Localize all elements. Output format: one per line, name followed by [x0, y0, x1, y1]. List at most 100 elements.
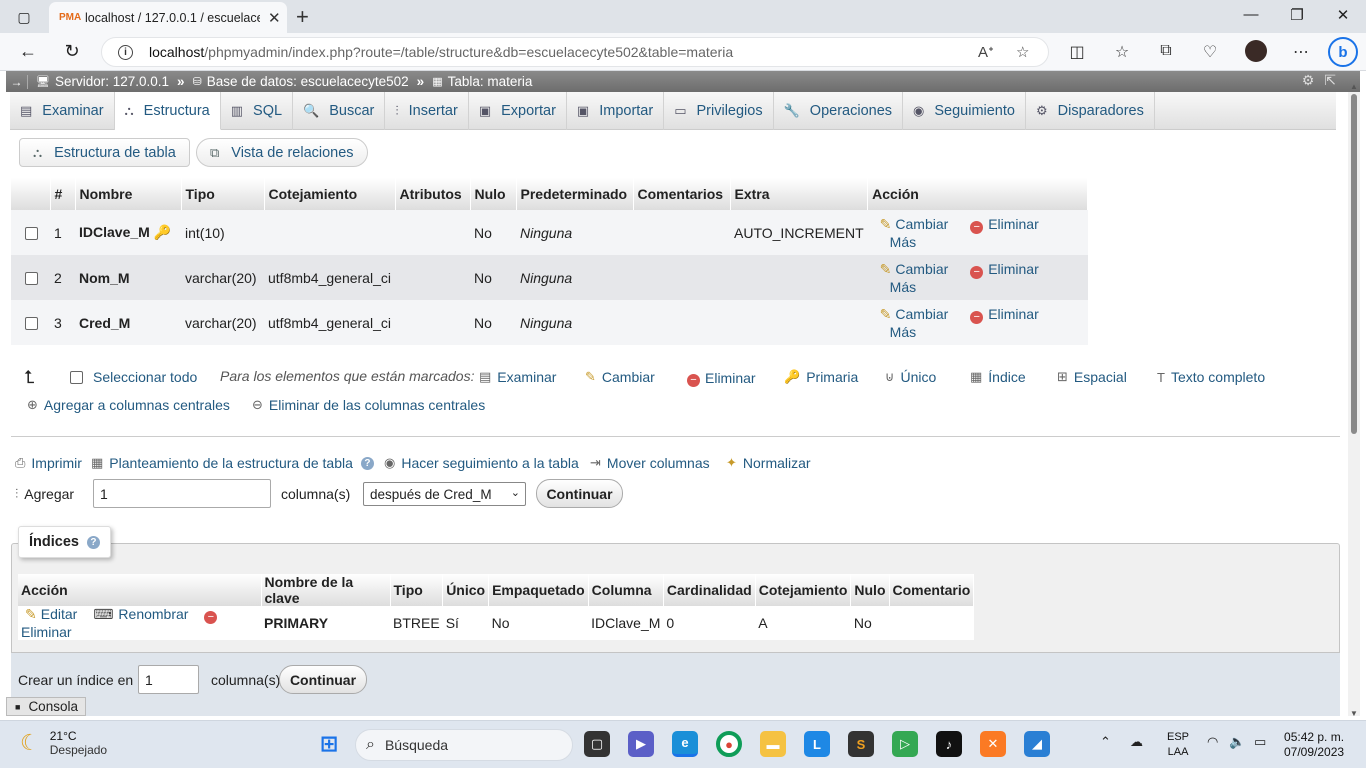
back-icon[interactable]: ←: [16, 41, 40, 62]
settings-more-icon[interactable]: ⋯: [1290, 42, 1312, 62]
add-columns-continue-button[interactable]: Continuar: [536, 479, 623, 508]
change-link[interactable]: ✎ Cambiar: [880, 306, 949, 322]
create-index-count-input[interactable]: 1: [138, 665, 199, 694]
bulk-index-button[interactable]: ▦ Índice: [970, 369, 1026, 385]
volume-icon[interactable]: 🔈: [1229, 734, 1245, 750]
column-name[interactable]: IDClave_M: [79, 224, 150, 240]
select-all-checkbox[interactable]: [70, 370, 83, 384]
breadcrumb-table[interactable]: ▦ Tabla: materia: [432, 74, 532, 89]
scroll-down-icon[interactable]: ▼: [1350, 709, 1358, 718]
tab-sql[interactable]: ▥ SQL: [221, 92, 294, 130]
drop-link[interactable]: − Eliminar: [970, 261, 1039, 279]
bulk-fulltext-button[interactable]: T Texto completo: [1157, 369, 1265, 385]
edge-icon[interactable]: e: [672, 731, 698, 757]
normalize-link[interactable]: ✦ Normalizar: [726, 455, 811, 471]
console-toggle[interactable]: ■ Consola: [6, 697, 86, 716]
scroll-up-icon[interactable]: ▲: [1350, 82, 1358, 91]
help-icon[interactable]: ?: [86, 535, 100, 549]
tab-exportar[interactable]: ▣ Exportar: [469, 92, 567, 130]
tab-operaciones[interactable]: 🔧 Operaciones: [774, 92, 904, 130]
tiktok-icon[interactable]: ♪: [936, 731, 962, 757]
favorite-star-icon[interactable]: ☆: [1016, 43, 1029, 61]
breadcrumb-database[interactable]: ⛁ Base de datos: escuelacecyte502: [193, 74, 409, 89]
edit-index-link[interactable]: ✎ Editar: [25, 606, 77, 622]
collections-icon[interactable]: ⧉: [1155, 42, 1177, 60]
drop-link[interactable]: − Eliminar: [970, 216, 1039, 234]
close-tab-icon[interactable]: ✕: [268, 9, 281, 27]
restore-icon[interactable]: ❐: [1287, 6, 1307, 24]
more-link[interactable]: Más: [890, 234, 916, 250]
select-all[interactable]: Seleccionar todo: [70, 369, 197, 385]
minimize-icon[interactable]: —: [1241, 6, 1261, 23]
page-scrollbar[interactable]: ▲ ▼: [1348, 82, 1360, 718]
copilot-icon[interactable]: b: [1328, 37, 1358, 67]
pma-settings-icons[interactable]: ⚙⇱: [1302, 72, 1346, 89]
show-hidden-icons[interactable]: ⌃: [1100, 734, 1111, 750]
print-link[interactable]: ⎙ Imprimir: [15, 455, 82, 471]
tab-actions-icon[interactable]: ▢: [10, 7, 38, 27]
refresh-icon[interactable]: ↻: [60, 41, 84, 62]
bulk-spatial-button[interactable]: ⊞ Espacial: [1057, 369, 1127, 385]
battery-icon[interactable]: ▭: [1254, 734, 1266, 750]
weather-widget[interactable]: ☾ 21°C Despejado: [20, 729, 107, 757]
relation-view-button[interactable]: ⧉ Vista de relaciones: [196, 138, 368, 167]
tab-insertar[interactable]: ⫶ Insertar: [385, 92, 469, 130]
change-link[interactable]: ✎ Cambiar: [880, 216, 949, 232]
more-link[interactable]: Más: [890, 279, 916, 295]
paint-icon[interactable]: ◢: [1024, 731, 1050, 757]
site-info-icon[interactable]: i: [118, 44, 133, 60]
tab-importar[interactable]: ▣ Importar: [567, 92, 665, 130]
remove-central-columns-button[interactable]: ⊖ Eliminar de las columnas centrales: [252, 397, 485, 413]
row-checkbox[interactable]: [25, 272, 38, 286]
bulk-change-button[interactable]: ✎ Cambiar: [585, 369, 655, 385]
url-field[interactable]: i localhost/phpmyadmin/index.php?route=/…: [101, 37, 1049, 67]
drop-link[interactable]: − Eliminar: [970, 306, 1039, 324]
close-window-icon[interactable]: ✕: [1333, 6, 1353, 24]
xampp-icon[interactable]: ✕: [980, 731, 1006, 757]
table-structure-button[interactable]: ⛬ Estructura de tabla: [19, 138, 190, 167]
file-explorer-icon[interactable]: ▬: [760, 731, 786, 757]
propose-structure-link[interactable]: ▦ Planteamiento de la estructura de tabla…: [91, 455, 374, 471]
tab-privilegios[interactable]: ▭ Privilegios: [664, 92, 774, 130]
read-aloud-icon[interactable]: Aᐩ: [978, 43, 994, 61]
column-name[interactable]: Cred_M: [79, 315, 130, 331]
new-tab-icon[interactable]: +: [296, 4, 309, 30]
add-columns-count-input[interactable]: 1: [93, 479, 271, 508]
bulk-browse-button[interactable]: ▤ Examinar: [479, 369, 556, 385]
column-position-select[interactable]: después de Cred_M ⌄: [363, 482, 526, 506]
row-checkbox[interactable]: [25, 227, 38, 241]
profile-avatar[interactable]: [1245, 40, 1267, 62]
help-icon[interactable]: ?: [360, 456, 374, 470]
teams-icon[interactable]: ▶: [628, 731, 654, 757]
rename-index-link[interactable]: ⌨ Renombrar: [93, 606, 188, 622]
windows-start-icon[interactable]: ⊞: [316, 731, 342, 757]
create-index-continue-button[interactable]: Continuar: [279, 665, 367, 694]
bulk-unique-button[interactable]: ⊍ Único: [885, 369, 936, 385]
onedrive-cloud-icon[interactable]: ☁: [1130, 734, 1143, 750]
task-view-icon[interactable]: ▢: [584, 731, 610, 757]
change-link[interactable]: ✎ Cambiar: [880, 261, 949, 277]
browser-essentials-icon[interactable]: ♡: [1199, 42, 1221, 62]
column-name[interactable]: Nom_M: [79, 270, 130, 286]
favorites-icon[interactable]: ☆: [1111, 42, 1133, 62]
tab-estructura[interactable]: ⛬ Estructura: [114, 92, 221, 130]
indexes-legend[interactable]: Índices?: [18, 526, 111, 558]
split-screen-icon[interactable]: ◫: [1066, 42, 1088, 62]
tab-disparadores[interactable]: ⚙ Disparadores: [1026, 92, 1155, 130]
browser-tab[interactable]: PMA localhost / 127.0.0.1 / escuelacec ✕: [49, 2, 287, 33]
row-checkbox[interactable]: [25, 317, 38, 331]
language-indicator[interactable]: ESP LAA: [1167, 730, 1189, 760]
bulk-primary-button[interactable]: 🔑 Primaria: [784, 369, 858, 385]
bulk-drop-button[interactable]: − Eliminar: [687, 369, 756, 387]
move-columns-link[interactable]: ⇥ Mover columnas: [590, 455, 710, 471]
collapse-arrow-icon[interactable]: →: [6, 74, 28, 89]
meet-icon[interactable]: ▷: [892, 731, 918, 757]
sublime-icon[interactable]: S: [848, 731, 874, 757]
clock[interactable]: 05:42 p. m. 07/09/2023: [1284, 730, 1344, 760]
scrollbar-thumb[interactable]: [1351, 94, 1357, 434]
tab-buscar[interactable]: 🔍 Buscar: [293, 92, 386, 130]
more-link[interactable]: Más: [890, 324, 916, 340]
track-table-link[interactable]: ◉ Hacer seguimiento a la tabla: [384, 455, 579, 471]
tab-examinar[interactable]: ▤ Examinar: [10, 92, 115, 130]
l-app-icon[interactable]: L: [804, 731, 830, 757]
